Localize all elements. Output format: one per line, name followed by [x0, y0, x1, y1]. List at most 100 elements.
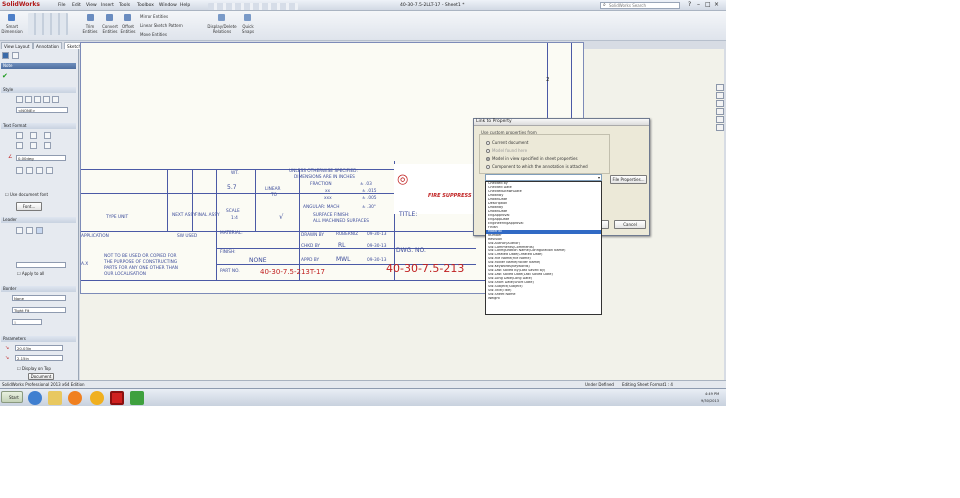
radio-model-found-here[interactable]: Model found here — [486, 148, 527, 153]
media-player-icon[interactable] — [68, 391, 82, 405]
offset-icon[interactable] — [124, 14, 131, 21]
border-section[interactable]: Border — [1, 286, 76, 292]
explorer-icon[interactable] — [48, 391, 62, 405]
property-list[interactable]: Checked by Checked Date CheckedDrawnDate Dr… — [485, 181, 602, 315]
param-y-input[interactable]: 2.15in — [15, 355, 63, 361]
menu-insert[interactable]: Insert — [101, 3, 114, 8]
property-dropdown[interactable]: ▾ — [485, 174, 602, 181]
add-style-icon[interactable] — [16, 96, 23, 103]
document-button[interactable]: Document — [28, 373, 54, 380]
parameters-section[interactable]: Parameters — [1, 336, 76, 342]
tol-fraction: ± .03 — [360, 182, 372, 187]
quick-snaps-label: Quick Snaps — [241, 24, 255, 34]
font-button[interactable]: Font... — [16, 202, 42, 211]
update-style-icon[interactable] — [25, 96, 32, 103]
menu-toolbox[interactable]: Toolbox — [137, 3, 154, 8]
load-style-icon[interactable] — [52, 96, 59, 103]
save-style-icon[interactable] — [43, 96, 50, 103]
quick-snaps-icon[interactable] — [244, 14, 251, 21]
file-explorer-icon[interactable] — [716, 100, 724, 107]
use-doc-font-checkbox[interactable]: ☐ Use document font — [5, 192, 48, 197]
align-right-icon[interactable] — [44, 132, 51, 139]
border-size-select[interactable]: Tight Fit — [12, 307, 66, 313]
search-input[interactable]: SolidWorks Search — [600, 2, 680, 9]
trim-icon[interactable] — [87, 14, 94, 21]
quick-access-toolbar[interactable] — [208, 3, 298, 10]
ie-icon[interactable] — [28, 391, 42, 405]
move-label[interactable]: Move Entities — [140, 32, 167, 37]
smart-dimension-label: Smart Dimension — [1, 24, 23, 34]
border-style-select[interactable]: None — [12, 295, 66, 301]
border-count-input[interactable]: 5 — [12, 319, 42, 325]
ok-check-icon[interactable]: ✔ — [2, 72, 8, 80]
chkd-date: 09-30-13 — [367, 244, 387, 249]
use-doc-font-label: Use document font — [9, 192, 49, 197]
display-on-top-checkbox[interactable]: ☐ Display on Top — [17, 366, 51, 371]
no-leader-icon[interactable] — [36, 227, 43, 234]
param-x-input[interactable]: 20.03in — [15, 345, 63, 351]
text-format-section[interactable]: Text Format — [1, 123, 76, 129]
purpose-note: THE PURPOSE OF CONSTRUCTING — [104, 260, 178, 265]
tab-view-layout[interactable]: View Layout — [1, 42, 33, 49]
chevron-down-icon[interactable]: ▾ — [598, 175, 600, 180]
add-symbol-icon[interactable] — [36, 167, 43, 174]
linear-pattern-label[interactable]: Linear Sketch Pattern — [140, 23, 183, 28]
align-middle-icon[interactable] — [30, 142, 37, 149]
edit-mode: Editing Sheet Format — [622, 382, 665, 387]
rev-label: A.X — [81, 262, 89, 267]
excel-icon[interactable] — [130, 391, 144, 405]
feature-tree-icon[interactable] — [2, 52, 9, 59]
menu-file[interactable]: File — [58, 3, 66, 8]
menu-window[interactable]: Window — [159, 3, 177, 8]
menu-view[interactable]: View — [86, 3, 97, 8]
leader-section[interactable]: Leader — [1, 217, 76, 223]
start-button[interactable]: Start — [1, 391, 23, 403]
design-library-icon[interactable] — [716, 92, 724, 99]
tab-annotation[interactable]: Annotation — [33, 42, 62, 49]
link-property-icon[interactable] — [26, 167, 33, 174]
solidworks-taskbar-icon[interactable] — [110, 391, 124, 405]
align-center-icon[interactable] — [30, 132, 37, 139]
restore-icon[interactable]: □ — [705, 1, 711, 8]
radio-model-in-view[interactable]: Model in view specified in sheet propert… — [486, 156, 578, 161]
radio-current-document[interactable]: Current document — [486, 140, 528, 145]
delete-style-icon[interactable] — [34, 96, 41, 103]
style-select[interactable]: <NONE> — [16, 107, 68, 113]
property-list-item[interactable]: Weight — [486, 297, 601, 301]
help-icon[interactable]: ? — [688, 1, 691, 8]
menu-help[interactable]: Help — [180, 3, 190, 8]
menu-tools[interactable]: Tools — [119, 3, 130, 8]
mirror-label[interactable]: Mirror Entities — [140, 14, 168, 19]
property-manager-icon[interactable] — [12, 52, 19, 59]
multi-jog-icon[interactable] — [26, 227, 33, 234]
align-bottom-icon[interactable] — [44, 142, 51, 149]
align-left-icon[interactable] — [16, 132, 23, 139]
title-bar: SolidWorks File Edit View Insert Tools T… — [0, 0, 726, 11]
check-mark-symbol: √ — [279, 213, 284, 221]
appearances-icon[interactable] — [716, 116, 724, 123]
menu-edit[interactable]: Edit — [72, 3, 81, 8]
custom-properties-icon[interactable] — [716, 124, 724, 131]
apply-to-all-checkbox[interactable]: ☐ Apply to all — [17, 271, 44, 276]
minimize-icon[interactable]: – — [697, 1, 700, 8]
view-palette-icon[interactable] — [716, 108, 724, 115]
insert-link-icon[interactable] — [16, 167, 23, 174]
radio-component[interactable]: Component to which the annotation is att… — [486, 164, 588, 169]
cancel-button[interactable]: Cancel — [614, 220, 646, 229]
smart-dimension-icon[interactable] — [8, 14, 15, 21]
style-section[interactable]: Style — [1, 87, 76, 93]
align-top-icon[interactable] — [16, 142, 23, 149]
app-icon[interactable] — [90, 391, 104, 405]
drawn-by-value: RUBERNIZ — [336, 232, 359, 237]
lock-note-icon[interactable] — [46, 167, 53, 174]
resources-icon[interactable] — [716, 84, 724, 91]
relations-icon[interactable] — [218, 14, 225, 21]
leader-icon[interactable] — [16, 227, 23, 234]
file-properties-button[interactable]: File Properties... — [610, 175, 647, 184]
convert-icon[interactable] — [106, 14, 113, 21]
tb-vline-3 — [216, 169, 217, 280]
close-icon[interactable]: × — [714, 1, 719, 8]
arrow-style-select[interactable] — [16, 262, 66, 268]
sketch-tools-icon[interactable] — [28, 13, 68, 35]
angle-input[interactable]: 0.00deg — [16, 155, 66, 161]
